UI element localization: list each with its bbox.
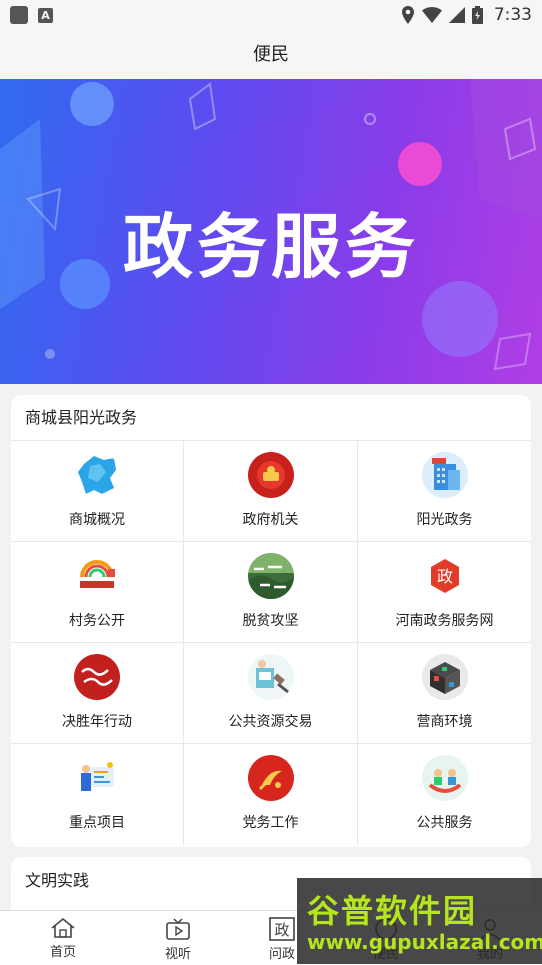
public-service-icon: [421, 755, 468, 801]
grid-item-sunshine-affairs[interactable]: 阳光政务: [358, 441, 531, 542]
grid-item-label: 政府机关: [242, 512, 299, 528]
grid-item-village-affairs[interactable]: 村务公开: [11, 542, 184, 643]
grid-item-decisive-year[interactable]: 决胜年行动: [11, 643, 184, 744]
watermark: 谷普软件园 www.gupuxlazal.com: [297, 878, 542, 964]
grid-item-label: 公共资源交易: [228, 714, 313, 730]
grid-item-label: 河南政务服务网: [395, 613, 494, 629]
grid-item-label: 公共服务: [416, 815, 473, 831]
grid-item-label: 脱贫攻坚: [242, 613, 299, 629]
status-bar: A 7:33: [0, 0, 542, 30]
nav-av[interactable]: 视听: [126, 911, 230, 965]
banner-carousel[interactable]: 政务服务: [0, 79, 542, 384]
grid-item-label: 党务工作: [242, 815, 299, 831]
grid-item-public-services[interactable]: 公共服务: [358, 744, 531, 845]
banner-title: 政务服务: [123, 206, 419, 288]
grid-item-government-agencies[interactable]: 政府机关: [184, 441, 358, 542]
nav-label-av: 视听: [164, 947, 191, 962]
battery-icon: [471, 6, 483, 24]
tv-icon: [166, 918, 190, 940]
notification-app-icon: [10, 6, 28, 24]
nav-home[interactable]: 首页: [0, 911, 126, 965]
poverty-alleviation-icon: [247, 553, 294, 599]
signal-icon: [448, 7, 465, 23]
grid-item-business-environment[interactable]: 营商环境: [358, 643, 531, 744]
status-time: 7:33: [493, 5, 532, 25]
zheng-badge-text: 政: [436, 567, 452, 586]
grid-item-key-projects[interactable]: 重点项目: [11, 744, 184, 845]
grid-item-label: 阳光政务: [416, 512, 473, 528]
grid-item-label: 商城概况: [69, 512, 125, 528]
auction-icon: [247, 654, 294, 700]
grid-item-henan-service-net[interactable]: 政 河南政务服务网: [358, 542, 531, 643]
cube-icon: [421, 654, 468, 700]
grid-item-party-affairs[interactable]: 党务工作: [184, 744, 358, 845]
building-icon: [421, 452, 468, 498]
nav-label-home: 首页: [49, 945, 76, 960]
grid-item-shangcheng-overview[interactable]: 商城概况: [11, 441, 184, 542]
page-title: 便民: [0, 30, 542, 79]
nav-label-inquiry: 问政: [268, 947, 295, 962]
zheng-box-text: 政: [274, 921, 289, 939]
grid-item-label: 营商环境: [416, 714, 473, 730]
map-icon: [74, 452, 120, 498]
sunshine-village-logo-icon: [74, 553, 120, 599]
notification-a-icon: A: [38, 7, 53, 23]
grid-item-poverty-alleviation[interactable]: 脱贫攻坚: [184, 542, 358, 643]
grid-item-public-resources[interactable]: 公共资源交易: [184, 643, 358, 744]
section-title: 商城县阳光政务: [11, 395, 531, 441]
grid-item-label: 决胜年行动: [62, 714, 132, 730]
grid-item-label: 村务公开: [69, 613, 125, 629]
watermark-cn: 谷普软件园: [307, 892, 478, 930]
home-icon: [51, 917, 75, 938]
zheng-box-icon: 政: [269, 917, 295, 941]
zheng-badge-icon: 政: [422, 553, 468, 599]
watermark-url: www.gupuxlazal.com: [307, 930, 542, 954]
worker-chart-icon: [74, 755, 120, 801]
sunshine-government-card: 商城县阳光政务 商城概况 政府机关 阳光政务 村务公开 脱贫攻坚 政 河南政务服…: [11, 395, 531, 847]
service-grid: 商城概况 政府机关 阳光政务 村务公开 脱贫攻坚 政 河南政务服务网 决胜年行动…: [11, 441, 531, 845]
party-flag-icon: [247, 755, 294, 801]
wifi-icon: [421, 7, 442, 23]
grid-item-label: 重点项目: [69, 815, 125, 831]
government-emblem-icon: [247, 452, 294, 498]
location-icon: [401, 6, 414, 24]
calligraphy-badge-icon: [74, 654, 120, 700]
